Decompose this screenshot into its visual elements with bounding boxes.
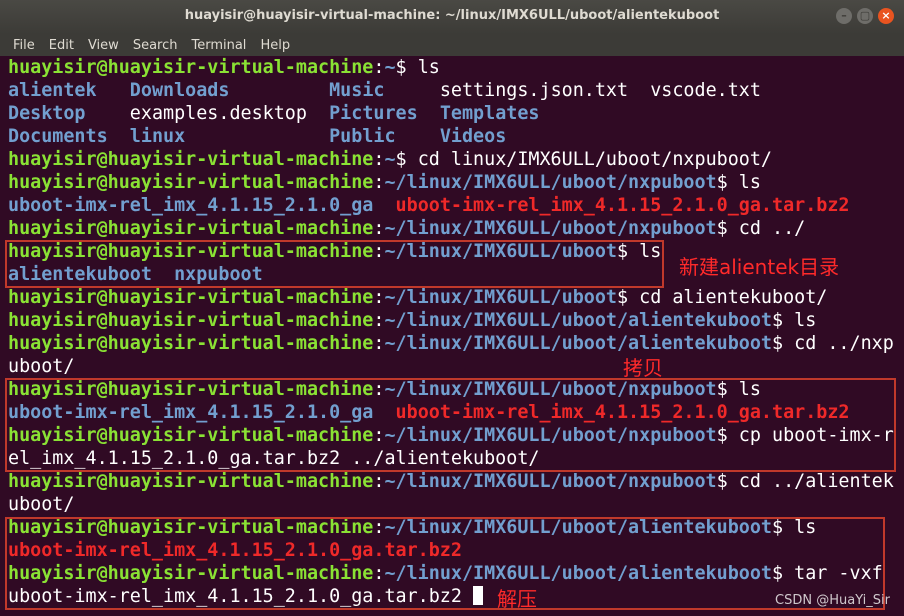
terminal-line: uboot-imx-rel_imx_4.1.15_2.1.0_ga uboot-… [8,194,898,217]
prompt-user: huayisir@huayisir-virtual-machine [8,287,374,308]
terminal-text: : [373,287,385,308]
prompt-user: huayisir@huayisir-virtual-machine [8,310,374,331]
blue-text: ~/linux/IMX6ULL/uboot/nxpuboot [384,172,717,193]
annotation-copy: 拷贝 [623,356,663,380]
minimize-icon[interactable]: – [836,8,852,24]
terminal-text: $ ls [395,57,440,78]
terminal-text: : [373,172,385,193]
annotation-extract: 解压 [497,587,537,611]
terminal-line: Desktop examples.desktop Pictures Templa… [8,102,898,125]
prompt-user: huayisir@huayisir-virtual-machine [8,149,374,170]
window-controls: – ▢ × [836,8,894,24]
terminal-line: huayisir@huayisir-virtual-machine:~/linu… [8,332,898,355]
terminal-line: uboot/ [8,355,898,378]
blue-text: Templates [439,103,540,124]
terminal-text: : [373,471,385,492]
archive-name: uboot-imx-rel_imx_4.1.15_2.1.0_ga.tar.bz… [395,195,850,216]
blue-text: ~/linux/IMX6ULL/uboot/nxpuboot [384,471,717,492]
terminal-line: huayisir@huayisir-virtual-machine:~/linu… [8,217,898,240]
blue-text: ~/linux/IMX6ULL/uboot/nxpuboot [384,218,717,239]
blue-text: ~/linux/IMX6ULL/uboot [384,287,617,308]
blue-text: Videos [439,126,507,147]
terminal-text: $ cd linux/IMX6ULL/uboot/nxpuboot/ [395,149,772,170]
terminal-text: $ ls [772,310,817,331]
menu-help[interactable]: Help [253,34,297,56]
blue-text: alientek [8,80,130,101]
menu-view[interactable]: View [81,34,126,56]
terminal-line: alientek Downloads Music settings.json.t… [8,79,898,102]
blue-text: Desktop [8,103,130,124]
menu-terminal[interactable]: Terminal [184,34,253,56]
terminal-line: huayisir@huayisir-virtual-machine:~/linu… [8,286,898,309]
terminal-line: huayisir@huayisir-virtual-machine:~/linu… [8,309,898,332]
title-bar: huayisir@huayisir-virtual-machine: ~/lin… [0,0,904,34]
blue-text: linux [129,126,330,147]
blue-text: Documents [8,126,130,147]
terminal-line: Documents linux Public Videos [8,125,898,148]
close-icon[interactable]: × [878,8,894,24]
blue-text: ~/linux/IMX6ULL/uboot/alientekuboot [384,310,772,331]
menu-search[interactable]: Search [126,34,185,56]
terminal-text: $ ls [716,172,761,193]
terminal-line: huayisir@huayisir-virtual-machine:~/linu… [8,171,898,194]
window-title: huayisir@huayisir-virtual-machine: ~/lin… [184,8,720,23]
blue-text: Music [329,80,440,101]
prompt-user: huayisir@huayisir-virtual-machine [8,172,374,193]
annotation-new-dir: 新建alientek目录 [679,255,840,279]
terminal-line: huayisir@huayisir-virtual-machine:~/linu… [8,470,898,493]
terminal-text: uboot/ [8,356,75,377]
prompt-user: huayisir@huayisir-virtual-machine [8,218,374,239]
terminal-text: $ cd ../ [716,218,806,239]
blue-text: ~ [384,57,396,78]
terminal-text: uboot/ [8,494,75,515]
terminal-line: huayisir@huayisir-virtual-machine:~$ ls [8,56,898,79]
terminal-line: huayisir@huayisir-virtual-machine:~$ cd … [8,148,898,171]
blue-text: ~/linux/IMX6ULL/uboot/alientekuboot [384,333,772,354]
terminal-line: uboot/ [8,493,898,516]
blue-text: Public [329,126,440,147]
terminal-text: $ cd ../nxp [772,333,894,354]
terminal-text: $ cd alientekuboot/ [616,287,828,308]
blue-text: Pictures [329,103,440,124]
blue-text: uboot-imx-rel_imx_4.1.15_2.1.0_ga [8,195,374,216]
watermark: CSDN @HuaYi_Sir [775,593,890,608]
prompt-user: huayisir@huayisir-virtual-machine [8,57,374,78]
highlight-box-new-dir [5,240,664,288]
terminal-text: : [373,333,385,354]
prompt-user: huayisir@huayisir-virtual-machine [8,471,374,492]
prompt-user: huayisir@huayisir-virtual-machine [8,333,374,354]
terminal-text: : [373,310,385,331]
menu-file[interactable]: File [6,34,42,56]
blue-text: ~ [384,149,396,170]
terminal-text: $ cd ../alientek [716,471,894,492]
terminal-text: : [373,218,385,239]
highlight-box-copy [5,378,896,472]
maximize-icon[interactable]: ▢ [857,8,873,24]
highlight-box-extract [5,517,885,610]
menu-bar: File Edit View Search Terminal Help [0,34,904,56]
terminal-text: : [373,57,385,78]
terminal-text: : [373,149,385,170]
menu-edit[interactable]: Edit [42,34,81,56]
terminal-text: settings.json.txt vscode.txt [439,80,761,101]
blue-text: Downloads [129,80,330,101]
terminal-text: examples.desktop [129,103,330,124]
